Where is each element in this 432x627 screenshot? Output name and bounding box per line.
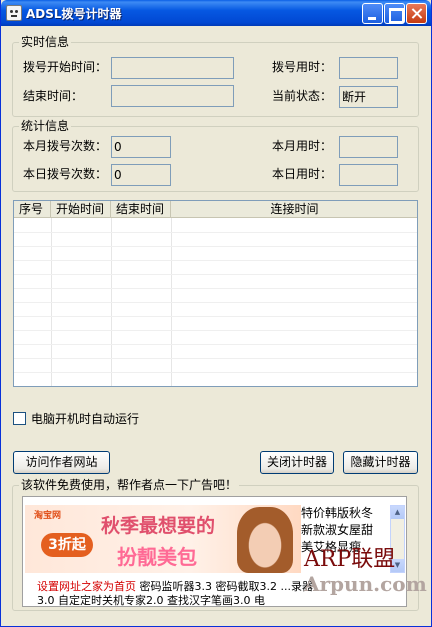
arp-watermark: ARP联盟 Arpun.com bbox=[304, 547, 429, 597]
end-time-field[interactable] bbox=[111, 85, 234, 107]
column-header-duration[interactable]: 连接时间 bbox=[171, 201, 417, 218]
grid-line bbox=[14, 344, 417, 345]
grid-line bbox=[14, 274, 417, 275]
dial-start-label: 拨号开始时间： bbox=[23, 60, 108, 74]
connection-log-table[interactable]: 序号 开始时间 结束时间 连接时间 bbox=[13, 200, 418, 387]
maximize-button[interactable] bbox=[384, 3, 405, 24]
hide-timer-button[interactable]: 隐藏计时器 bbox=[343, 451, 418, 474]
visit-author-button[interactable]: 访问作者网站 bbox=[13, 451, 110, 474]
day-used-label: 本日用时： bbox=[272, 167, 333, 181]
autostart-label[interactable]: 电脑开机时自动运行 bbox=[31, 412, 139, 426]
close-button[interactable] bbox=[406, 3, 427, 24]
grid-line bbox=[14, 330, 417, 331]
dial-start-field[interactable] bbox=[111, 57, 234, 79]
month-count-label: 本月拨号次数： bbox=[23, 139, 108, 153]
stats-legend: 统计信息 bbox=[19, 119, 72, 133]
minimize-button[interactable] bbox=[362, 3, 383, 24]
ad-links: 设置网址之家为首页 密码监听器3.3 密码截取3.2 ...录器3.0 自定定时… bbox=[37, 580, 327, 606]
close-timer-button[interactable]: 关闭计时器 bbox=[260, 451, 334, 474]
discount-badge: 3折起 bbox=[41, 533, 93, 557]
ad-subline: 扮靓美包 bbox=[117, 545, 197, 569]
day-used-field[interactable] bbox=[339, 164, 398, 186]
grid-line bbox=[14, 232, 417, 233]
grid-line bbox=[14, 302, 417, 303]
ad-legend: 该软件免费使用，帮作者点一下广告吧！ bbox=[19, 478, 240, 492]
column-header-end[interactable]: 结束时间 bbox=[111, 201, 171, 218]
status-label: 当前状态： bbox=[272, 89, 333, 103]
realtime-legend: 实时信息 bbox=[19, 35, 72, 49]
grid-line bbox=[14, 246, 417, 247]
model-photo bbox=[237, 507, 293, 573]
autostart-checkbox[interactable] bbox=[13, 412, 26, 425]
dial-used-label: 拨号用时： bbox=[272, 60, 333, 74]
month-count-field[interactable]: 0 bbox=[111, 136, 171, 158]
title-bar[interactable]: ADSL拨号计时器 bbox=[1, 0, 431, 26]
homepage-link[interactable]: 设置网址之家为首页 bbox=[37, 580, 136, 593]
grid-line bbox=[14, 372, 417, 373]
ad-headline: 秋季最想要的 bbox=[101, 515, 216, 537]
main-window: ADSL拨号计时器 实时信息 拨号开始时间： 拨号用时： 结束时间： 当前状态：… bbox=[0, 0, 432, 627]
column-header-index[interactable]: 序号 bbox=[14, 201, 51, 218]
ad-banner[interactable]: 淘宝网 3折起 秋季最想要的 扮靓美包 bbox=[25, 505, 301, 573]
scroll-up-icon[interactable]: ▲ bbox=[391, 506, 404, 519]
column-header-start[interactable]: 开始时间 bbox=[51, 201, 111, 218]
watermark-url: Arpun.com bbox=[304, 572, 427, 596]
grid-line bbox=[14, 316, 417, 317]
table-header: 序号 开始时间 结束时间 连接时间 bbox=[14, 201, 417, 218]
month-used-label: 本月用时： bbox=[272, 139, 333, 153]
app-icon bbox=[6, 5, 22, 21]
taobao-logo: 淘宝网 bbox=[34, 511, 62, 521]
grid-line bbox=[14, 358, 417, 359]
window-title: ADSL拨号计时器 bbox=[26, 7, 122, 21]
end-time-label: 结束时间： bbox=[23, 89, 84, 103]
grid-line bbox=[14, 288, 417, 289]
day-count-field[interactable]: 0 bbox=[111, 164, 171, 186]
watermark-title: ARP联盟 bbox=[304, 547, 396, 572]
grid-line bbox=[14, 260, 417, 261]
status-field[interactable]: 断开 bbox=[339, 86, 398, 108]
day-count-label: 本日拨号次数： bbox=[23, 167, 108, 181]
month-used-field[interactable] bbox=[339, 136, 398, 158]
dial-used-field[interactable] bbox=[339, 57, 398, 79]
